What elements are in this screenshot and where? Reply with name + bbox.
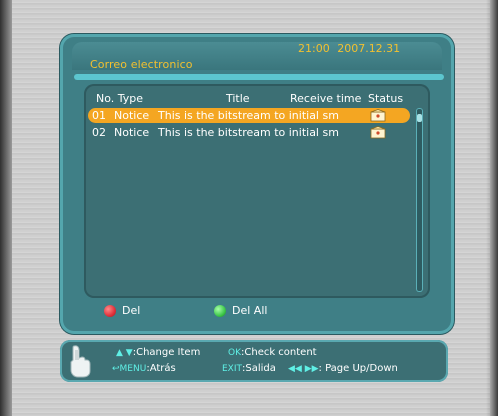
scrollbar-thumb[interactable]	[417, 114, 422, 122]
row-type: Notice	[114, 109, 150, 122]
mail-list-row[interactable]: 02 Notice This is the bitstream to initi…	[88, 125, 410, 140]
page-action-text: : Page Up/Down	[318, 363, 398, 374]
column-header-status: Status	[368, 92, 404, 105]
column-header-receive-time: Receive time	[290, 92, 362, 105]
color-key-bar: Del Del All	[84, 302, 430, 322]
row-number: 02	[92, 126, 106, 139]
remote-hand-icon	[68, 344, 92, 378]
screen-right-edge	[490, 0, 498, 416]
check-content-text: :Check content	[241, 347, 317, 358]
window-title: Correo electronico	[90, 58, 193, 71]
delete-all-button[interactable]: Del All	[214, 304, 267, 317]
ok-key-label: OK	[228, 348, 241, 358]
row-title: This is the bitstream to initial sm	[158, 109, 339, 122]
page-arrows-icon: ◀◀ ▶▶	[288, 364, 319, 374]
exit-key-label: EXIT	[222, 364, 243, 374]
list-header: No. Type Title Receive time Status	[90, 90, 424, 108]
red-button-icon	[104, 304, 116, 317]
return-arrow-icon: ↩	[112, 364, 120, 374]
screen-left-edge	[0, 0, 12, 416]
help-bar: ▲ ▼:Change Item OK:Check content ↩MENU:A…	[60, 340, 448, 382]
menu-key-label: MENU	[119, 364, 147, 374]
title-divider	[74, 74, 444, 80]
delete-label: Del	[122, 304, 141, 317]
row-type: Notice	[114, 126, 150, 139]
help-menu: ↩MENU:Atrás	[112, 363, 176, 374]
up-down-arrows-icon: ▲ ▼	[116, 348, 133, 358]
mail-list-panel: No. Type Title Receive time Status 01 No…	[84, 84, 430, 298]
clock-display: 21:00 2007.12.31	[298, 42, 401, 55]
envelope-icon	[370, 109, 386, 122]
exit-action-text: :Salida	[242, 363, 276, 374]
menu-action-text: :Atrás	[146, 363, 176, 374]
help-page: ◀◀ ▶▶: Page Up/Down	[288, 363, 398, 374]
row-number: 01	[92, 109, 106, 122]
column-header-title: Title	[226, 92, 250, 105]
help-change-item: ▲ ▼:Change Item	[116, 347, 200, 358]
mail-list-row[interactable]: 01 Notice This is the bitstream to initi…	[88, 108, 410, 123]
envelope-icon	[370, 126, 386, 139]
green-button-icon	[214, 304, 226, 317]
row-title: This is the bitstream to initial sm	[158, 126, 339, 139]
delete-button[interactable]: Del	[104, 304, 140, 317]
delete-all-label: Del All	[232, 304, 268, 317]
help-ok: OK:Check content	[228, 347, 317, 358]
help-exit: EXIT:Salida	[222, 363, 276, 374]
change-item-text: :Change Item	[132, 347, 201, 358]
list-scrollbar[interactable]	[416, 108, 423, 292]
column-header-no-type: No. Type	[96, 92, 144, 105]
